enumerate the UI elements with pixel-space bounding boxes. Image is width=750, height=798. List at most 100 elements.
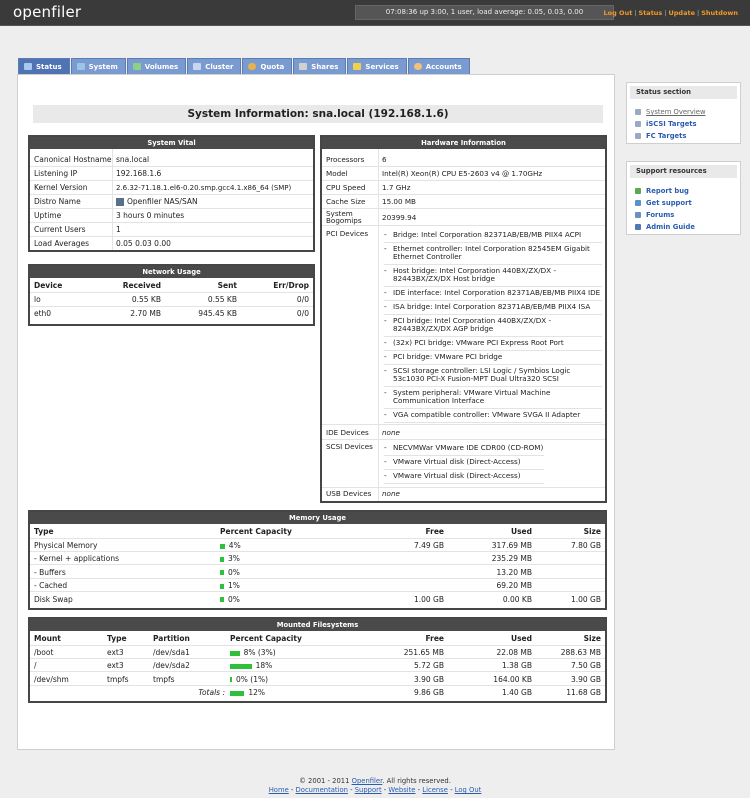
hw-value: none (382, 489, 400, 498)
sidebar-item-get-support[interactable]: Get support (627, 197, 740, 209)
fs-free: 5.72 GB (413, 661, 444, 671)
col-sent: Sent (217, 281, 237, 290)
bug-icon (635, 188, 641, 194)
memory-percent-cell: 0% (220, 566, 240, 579)
memory-size: 1.00 GB (570, 594, 601, 604)
table-row: - Kernel + applications 3% 235.29 MB (30, 552, 605, 566)
pci-list: - Bridge: Intel Corporation 82371AB/EB/MB… (384, 229, 602, 423)
hw-value: 20399.94 (382, 213, 417, 222)
vital-label: Uptime (34, 211, 62, 220)
memory-used: 235.29 MB (491, 554, 532, 564)
sidebar-item-fc-targets[interactable]: FC Targets (627, 130, 740, 142)
vital-value: 3 hours 0 minutes (116, 211, 185, 220)
system-vital-box: System Vital Canonical Hostname sna.local… (28, 135, 315, 252)
tab-services[interactable]: Services (347, 58, 407, 74)
status-section-panel: Status section System Overview iSCSI Tar… (626, 82, 741, 144)
memory-used: 317.69 MB (491, 541, 532, 550)
capacity-bar (230, 650, 240, 656)
iscsi-targets-link[interactable]: iSCSI Targets (646, 118, 697, 130)
status-link[interactable]: Status (639, 9, 663, 17)
table-row: Current Users 1 (30, 223, 313, 237)
hw-label: CPU Speed (326, 183, 366, 192)
fc-targets-link[interactable]: FC Targets (646, 130, 686, 142)
network-usage-box: Network Usage Device Received Sent Err/D… (28, 264, 315, 326)
net-sent: 0.55 KB (207, 295, 237, 304)
tab-cluster-label: Cluster (205, 62, 234, 71)
openfiler-link[interactable]: Openfiler (352, 777, 383, 785)
footer-documentation-link[interactable]: Documentation (296, 786, 348, 794)
pci-device-text: Ethernet controller: Intel Corporation 8… (393, 244, 590, 261)
footer-home-link[interactable]: Home (269, 786, 289, 794)
memory-col-header: Free (425, 527, 444, 536)
bullet-icon (635, 133, 641, 139)
fs-used: 164.00 KB (493, 674, 532, 684)
status-section-title: Status section (630, 86, 737, 99)
hw-label: USB Devices (326, 489, 372, 498)
update-link[interactable]: Update (669, 9, 696, 17)
footer-logout-link[interactable]: Log Out (455, 786, 482, 794)
memory-type: - Cached (34, 581, 68, 591)
list-bullet: - (384, 388, 387, 397)
openfiler-logo[interactable]: openfiler (13, 3, 81, 21)
hw-label: IDE Devices (326, 428, 369, 437)
hw-label: Model (326, 169, 348, 178)
tab-services-label: Services (365, 62, 399, 71)
system-icon (76, 63, 85, 70)
memory-percent-label: 4% (228, 541, 241, 550)
table-row: /dev/shm tmpfs tmpfs 0% (1%) 3.90 GB 164.00 K… (30, 673, 605, 686)
sidebar-item-system-overview[interactable]: System Overview (627, 106, 740, 118)
tab-cluster[interactable]: Cluster (187, 58, 242, 74)
uptime-readout: 07:08:36 up 3:00, 1 user, load average: … (355, 5, 614, 20)
tab-status[interactable]: Status (18, 58, 70, 74)
vital-label: Current Users (34, 225, 86, 234)
vital-label: Load Averages (34, 239, 90, 248)
report-bug-link[interactable]: Report bug (646, 185, 689, 197)
pci-device-text: PCI bridge: Intel Corporation 440BX/ZX/D… (393, 316, 552, 333)
sidebar-item-iscsi-targets[interactable]: iSCSI Targets (627, 118, 740, 130)
sidebar-item-forums[interactable]: Forums (627, 209, 740, 221)
vital-value: 192.168.1.6 (116, 169, 162, 178)
list-bullet: - (384, 352, 387, 361)
table-row: - Buffers 0% 13.20 MB (30, 566, 605, 579)
fs-percent-cell: 8% (3%) (230, 646, 276, 659)
forums-link[interactable]: Forums (646, 209, 674, 221)
sidebar-item-report-bug[interactable]: Report bug (627, 185, 740, 197)
table-row: Uptime 3 hours 0 minutes (30, 209, 313, 223)
footer-license-link[interactable]: License (422, 786, 448, 794)
memory-usage-box: Memory Usage Type Percent Capacity Free Use… (28, 510, 607, 610)
distro-icon (116, 198, 124, 206)
admin-guide-link[interactable]: Admin Guide (646, 221, 695, 233)
tab-volumes[interactable]: Volumes (126, 58, 187, 74)
tab-system[interactable]: System (70, 58, 126, 74)
capacity-bar (230, 690, 245, 696)
fs-used: 1.38 GB (501, 661, 532, 671)
table-row: Processors 6 (322, 153, 605, 167)
copyright: © 2001 - 2011 Openfiler. All rights rese… (0, 777, 750, 786)
quota-icon (248, 63, 257, 70)
network-usage-header: Network Usage (30, 266, 313, 278)
pci-device-text: PCI bridge: VMware PCI bridge (393, 352, 503, 361)
tab-accounts[interactable]: Accounts (407, 58, 470, 74)
get-support-link[interactable]: Get support (646, 197, 692, 209)
fs-col-header: Free (425, 634, 444, 643)
logout-link[interactable]: Log Out (604, 9, 633, 17)
table-header-row: Device Received Sent Err/Drop (30, 279, 313, 293)
system-overview-link[interactable]: System Overview (646, 106, 706, 118)
footer-support-link[interactable]: Support (355, 786, 382, 794)
tab-shares[interactable]: Shares (293, 58, 347, 74)
memory-percent-cell: 3% (220, 552, 240, 565)
col-errdrop: Err/Drop (273, 281, 309, 290)
table-row: Disk Swap 0% 1.00 GB 0.00 KB 1.00 GB (30, 593, 605, 606)
forums-icon (635, 212, 641, 218)
list-bullet: - (384, 410, 387, 419)
list-bullet: - (384, 302, 387, 311)
pci-device-text: ISA bridge: Intel Corporation 82371AB/EB… (393, 302, 591, 311)
shares-icon (299, 63, 308, 70)
fs-partition: /dev/sda2 (153, 661, 190, 671)
shutdown-link[interactable]: Shutdown (701, 9, 738, 17)
fs-percent-label: 12% (248, 688, 266, 698)
tab-quota[interactable]: Quota (242, 58, 293, 74)
footer-website-link[interactable]: Website (388, 786, 415, 794)
list-bullet: - (384, 443, 387, 452)
sidebar-item-admin-guide[interactable]: Admin Guide (627, 221, 740, 233)
